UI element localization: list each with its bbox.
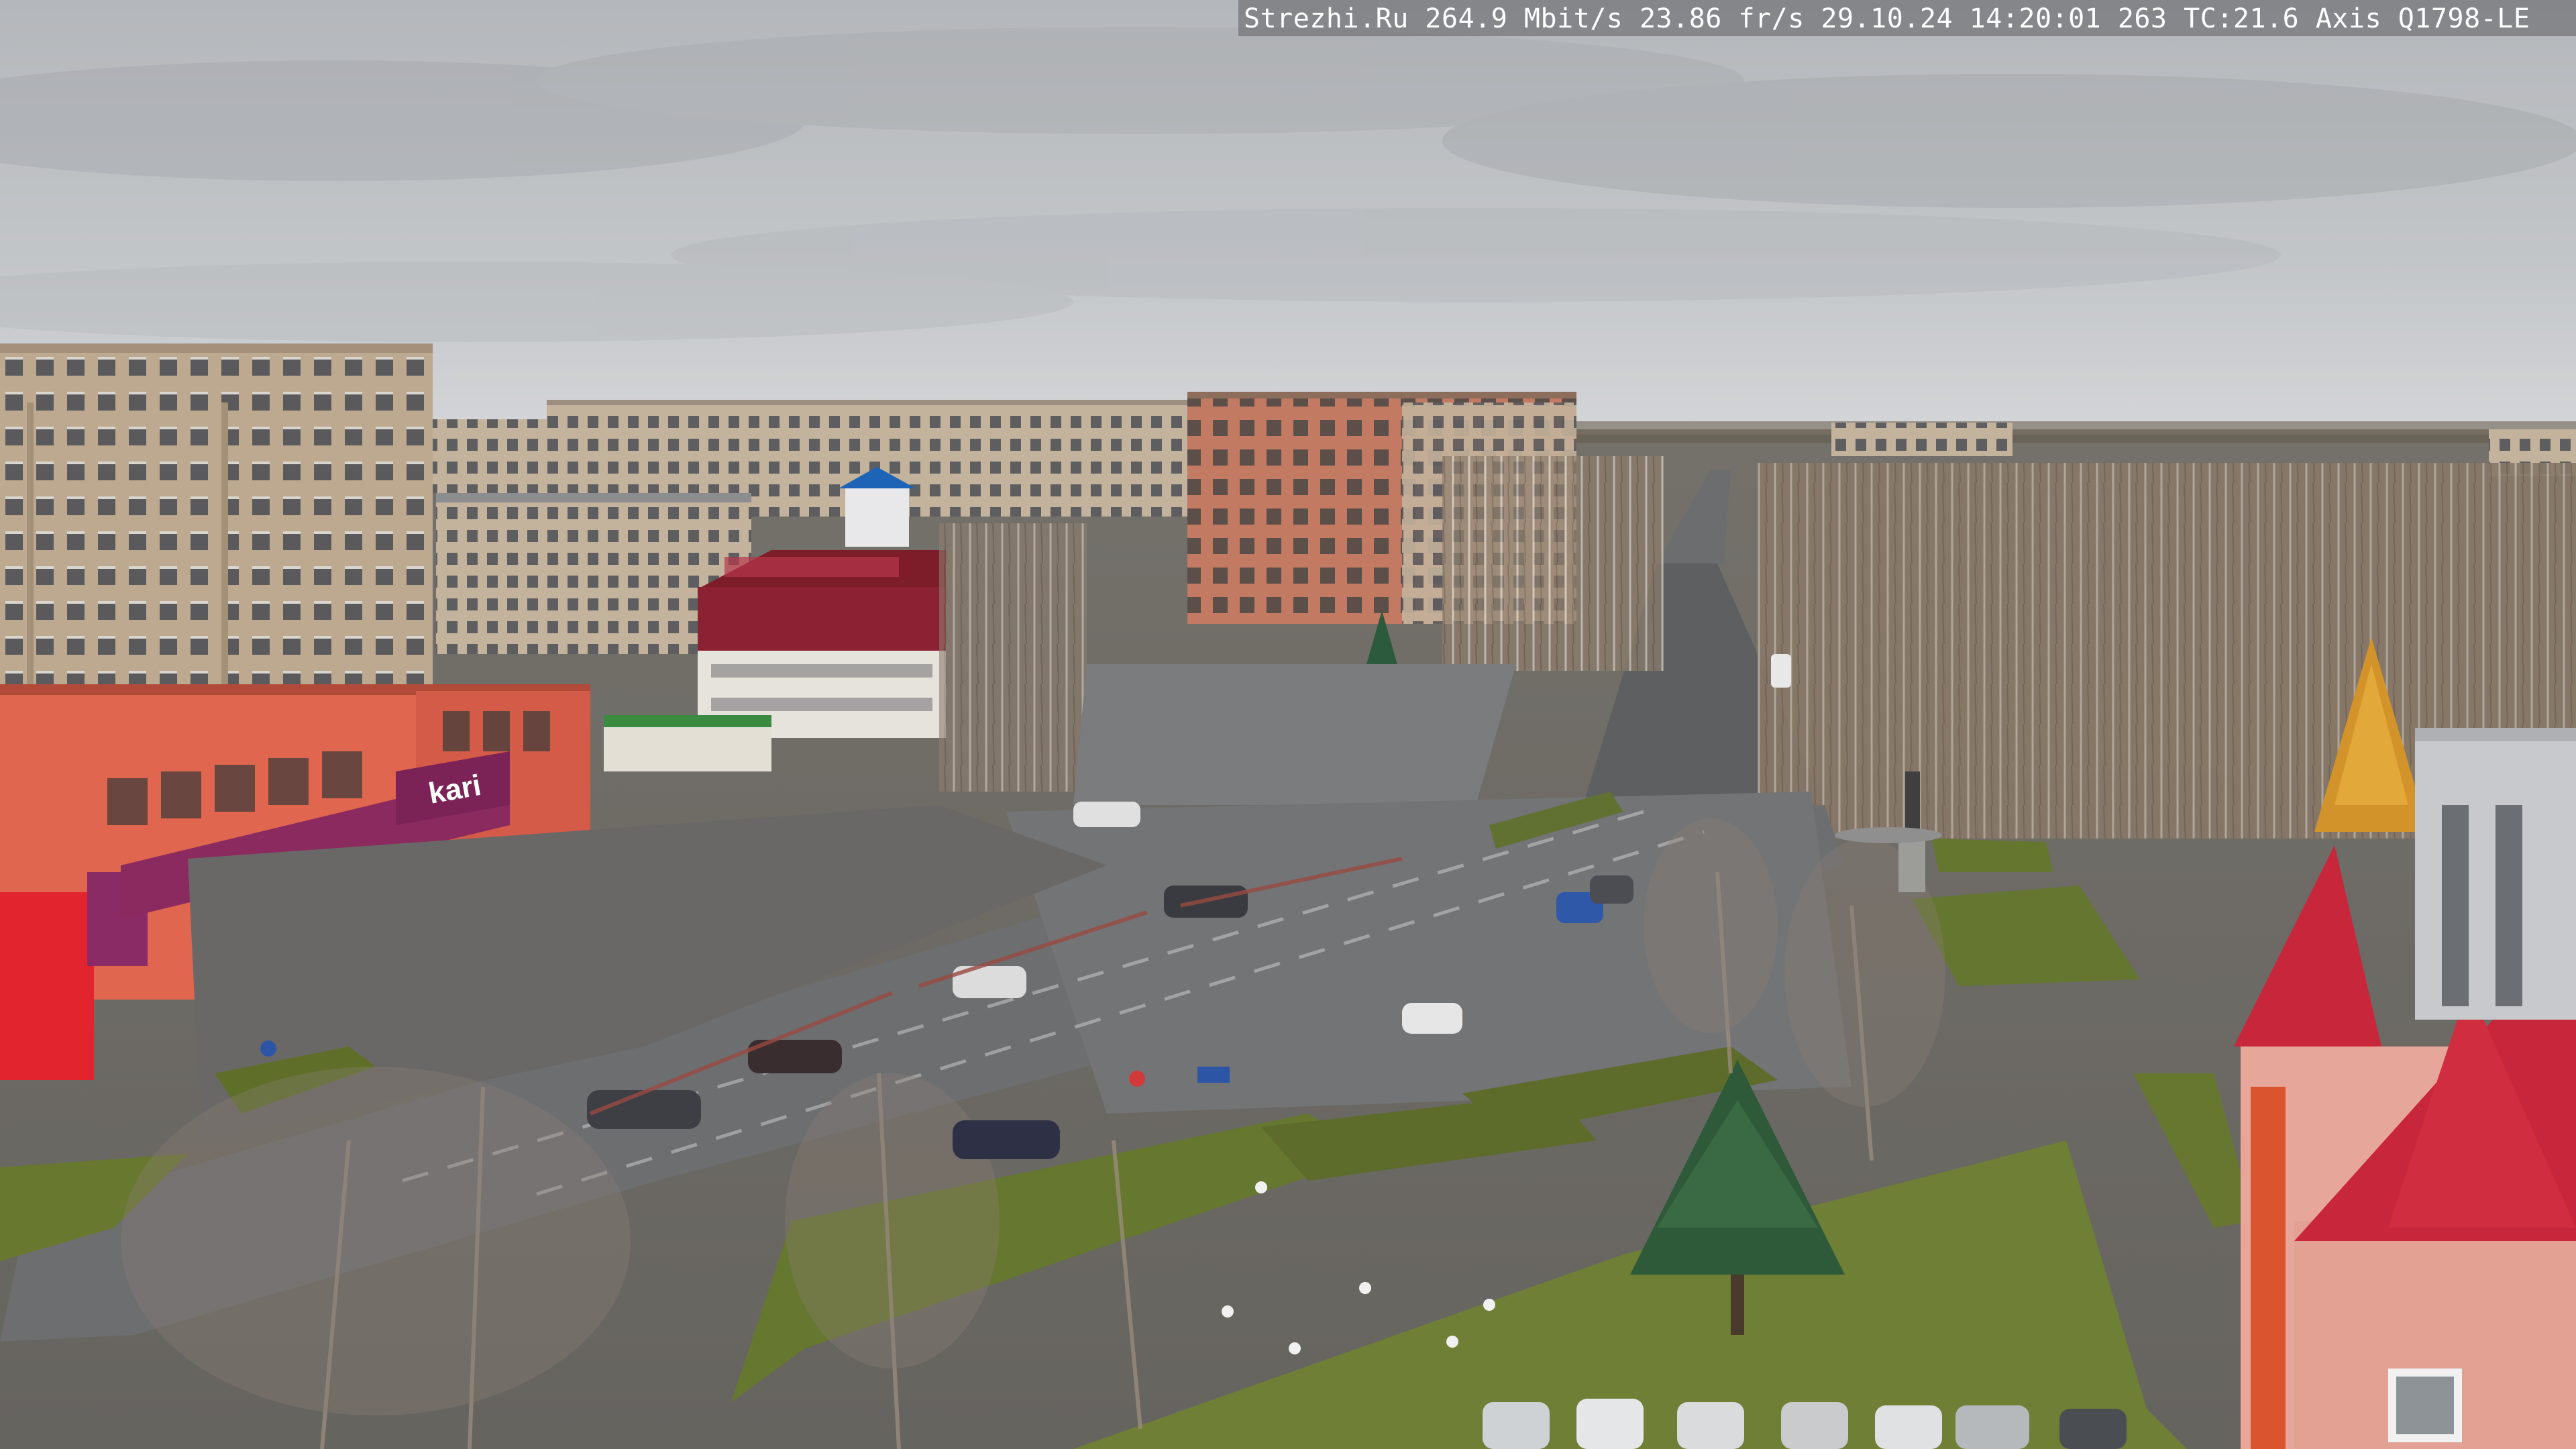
webcam-frame: kari Strezhi.Ru 264.9 Mbit/s 23.86 fr/s … — [0, 0, 2576, 1449]
camera-osd-bar: Strezhi.Ru 264.9 Mbit/s 23.86 fr/s 29.10… — [1238, 0, 2576, 36]
birch-grove-left — [939, 523, 1087, 792]
hotel-building — [698, 550, 946, 738]
birch-grove-center — [1442, 456, 1664, 671]
far-block-left — [429, 419, 564, 493]
right-grey-building — [2415, 728, 2576, 1020]
camera-osd-text: Strezhi.Ru 264.9 Mbit/s 23.86 fr/s 29.10… — [1244, 3, 2530, 34]
far-block-right — [1831, 423, 2012, 456]
green-pavilion — [604, 715, 771, 771]
festive-plaza — [1073, 664, 1516, 805]
city-scene: kari — [0, 0, 2576, 1449]
